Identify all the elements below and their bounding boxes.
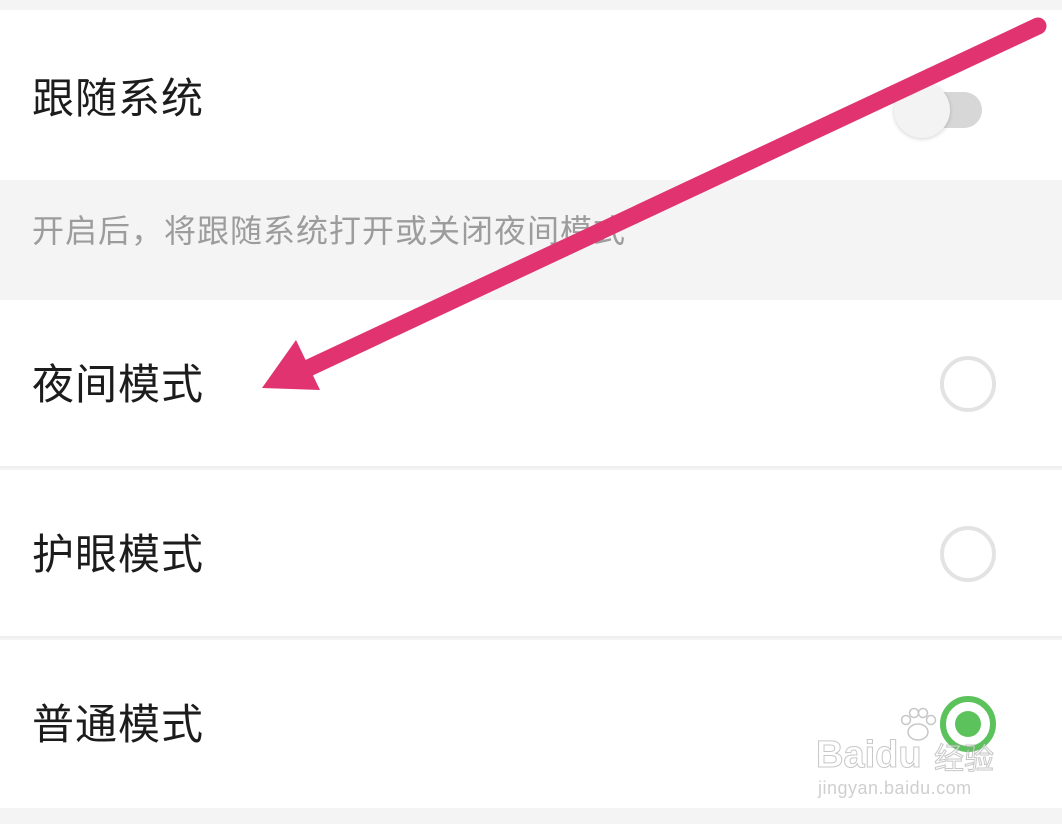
watermark-url: jingyan.baidu.com <box>818 778 972 798</box>
follow-system-hint-section: 开启后，将跟随系统打开或关闭夜间模式 <box>0 180 1062 300</box>
watermark-brand: Baidu <box>816 734 923 777</box>
mode-label-eye-care: 护眼模式 <box>32 530 205 579</box>
baidu-jingyan-watermark: Baidu 经验 jingyan.baidu.com <box>816 706 1016 802</box>
radio-eye-care[interactable] <box>940 526 996 582</box>
toggle-knob[interactable] <box>894 82 950 138</box>
follow-system-toggle[interactable] <box>894 82 982 138</box>
night-mode-settings-screen: 跟随系统 开启后，将跟随系统打开或关闭夜间模式 夜间模式 护眼模式 普通模式 B… <box>0 0 1062 824</box>
follow-system-hint-text: 开启后，将跟随系统打开或关闭夜间模式 <box>32 212 627 250</box>
mode-label-normal: 普通模式 <box>32 700 205 749</box>
mode-label-night: 夜间模式 <box>32 360 205 409</box>
follow-system-row[interactable]: 跟随系统 <box>0 10 1062 180</box>
mode-row-night[interactable]: 夜间模式 <box>0 300 1062 468</box>
watermark-brand-suffix: 经验 <box>934 742 995 778</box>
mode-row-eye-care[interactable]: 护眼模式 <box>0 470 1062 638</box>
radio-night[interactable] <box>940 356 996 412</box>
top-divider <box>0 0 1062 10</box>
bottom-divider <box>0 808 1062 824</box>
follow-system-label: 跟随系统 <box>32 74 205 123</box>
